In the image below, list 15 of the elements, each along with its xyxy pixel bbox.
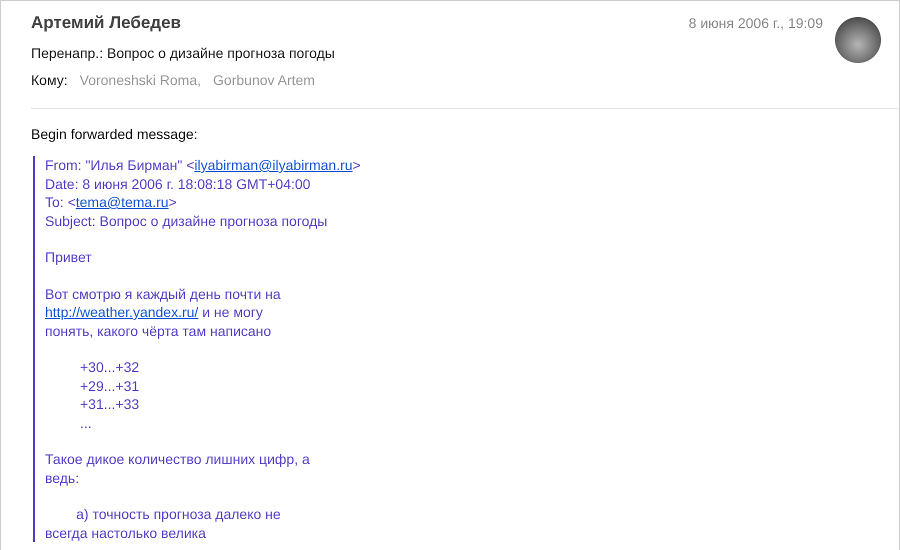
to-label: Кому: xyxy=(31,72,68,88)
email-link[interactable]: ilyabirman@ilyabirman.ru xyxy=(194,157,353,173)
sender-name: Артемий Лебедев xyxy=(31,13,182,33)
message-date: 8 июня 2006 г., 19:09 xyxy=(688,15,823,31)
avatar-icon xyxy=(835,17,881,63)
quote-paragraph: Привет xyxy=(45,248,93,266)
quote-paragraph: а) точность прогноза далеко не всегда настолько велика xyxy=(45,505,282,542)
email-link[interactable]: tema@tema.ru xyxy=(76,194,169,210)
message-subject: Перенапр.: Вопрос о дизайне прогноза погоды xyxy=(31,45,336,61)
quote-paragraph: Такое дикое количество лишних цифр, а ведь: xyxy=(45,450,311,487)
quote-paragraph: +30...+32 +29...+31 +31...+33 ... xyxy=(79,358,140,432)
email-link[interactable]: http://weather.yandex.ru/ xyxy=(45,304,198,320)
forward-intro: Begin forwarded message: xyxy=(31,126,199,142)
quote-paragraph: Вот смотрю я каждый день почти на http://weather.yandex.ru/ и не могу понять, какого чёрта там написано xyxy=(45,284,282,340)
quote-paragraph: From: "Илья Бирман" <ilyabirman@ilyabirman.ru> Date: 8 июня 2006 г. 18:08:18 GMT+04:00 To: <tema@tema.ru> Subject: Вопрос о дизайне прогноза погоды xyxy=(45,156,362,230)
